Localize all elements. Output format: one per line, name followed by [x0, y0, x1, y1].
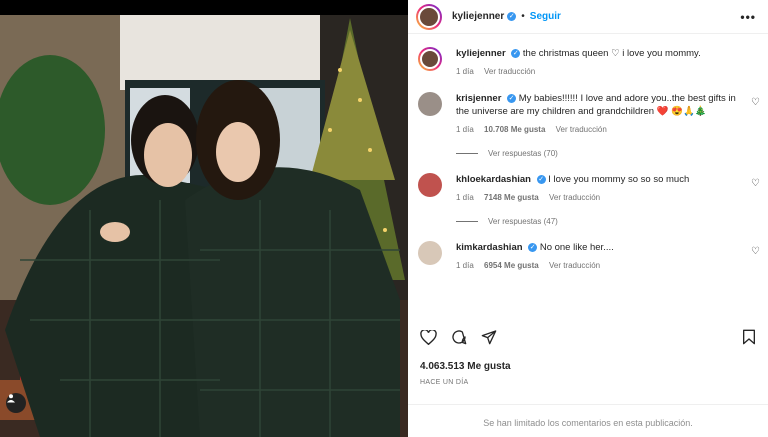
- heart-icon[interactable]: [420, 328, 437, 349]
- comment-avatar[interactable]: [418, 241, 442, 265]
- likes-count[interactable]: 4.063.513 Me gusta: [420, 361, 511, 372]
- verified-badge-icon: ✓: [507, 93, 517, 103]
- verified-badge-icon: ✓: [536, 174, 546, 184]
- comment-translate-button[interactable]: Ver traducción: [556, 125, 607, 134]
- caption: kyliejenner ✓ the christmas queen ♡ i lo…: [408, 47, 768, 78]
- view-replies-label[interactable]: Ver respuestas (70): [488, 149, 558, 158]
- replies-line: [456, 153, 478, 154]
- comments-limited-notice: Se han limitado los comentarios en esta …: [408, 404, 768, 437]
- follow-button[interactable]: Seguir: [530, 11, 561, 22]
- comment-item: khloekardashian ✓ I love you mommy so so…: [408, 173, 768, 204]
- comment-item: krisjenner ✓ My babies!!!!!! I love and …: [408, 92, 768, 136]
- caption-time[interactable]: 1 día: [456, 67, 474, 76]
- post-photo-illustration: [0, 0, 408, 437]
- comment-time[interactable]: 1 día: [456, 261, 474, 270]
- post-side-panel: kyliejenner ✓ • Seguir ••• kyliejenner ✓…: [408, 0, 768, 437]
- comment-translate-button[interactable]: Ver traducción: [549, 261, 600, 270]
- bookmark-icon[interactable]: [742, 329, 756, 349]
- comment-time[interactable]: 1 día: [456, 125, 474, 134]
- caption-text: the christmas queen ♡ i love you mommy.: [522, 48, 701, 59]
- caption-username[interactable]: kyliejenner: [456, 48, 506, 59]
- comment-meta: 1 día 7148 Me gusta Ver traducción: [456, 191, 738, 204]
- comment-username[interactable]: kimkardashian: [456, 242, 523, 253]
- author-username[interactable]: kyliejenner: [452, 11, 504, 22]
- comment-avatar[interactable]: [418, 92, 442, 116]
- post-header: kyliejenner ✓ • Seguir •••: [408, 0, 768, 34]
- comment-likes[interactable]: 7148 Me gusta: [484, 193, 539, 202]
- posted-time[interactable]: HACE UN DÍA: [420, 379, 468, 386]
- caption-translate-button[interactable]: Ver traducción: [484, 67, 535, 76]
- comment-icon[interactable]: [451, 329, 467, 349]
- comment-time[interactable]: 1 día: [456, 193, 474, 202]
- user-icon: [7, 394, 15, 403]
- comment-username[interactable]: khloekardashian: [456, 174, 531, 185]
- comment-username[interactable]: krisjenner: [456, 93, 501, 104]
- verified-badge-icon: ✓: [528, 242, 538, 252]
- comment-text: I love you mommy so so so much: [548, 174, 690, 185]
- action-bar: [420, 328, 756, 349]
- comment-translate-button[interactable]: Ver traducción: [549, 193, 600, 202]
- post-modal: kyliejenner ✓ • Seguir ••• kyliejenner ✓…: [0, 0, 768, 437]
- view-replies-button[interactable]: Ver respuestas (47): [408, 217, 768, 226]
- view-replies-button[interactable]: Ver respuestas (70): [408, 149, 768, 158]
- comment-text: No one like her....: [539, 242, 614, 253]
- author-avatar[interactable]: [416, 3, 442, 30]
- verified-badge-icon: ✓: [507, 12, 517, 21]
- comment-like-heart-icon[interactable]: ♡: [751, 245, 760, 258]
- tagged-user-button[interactable]: [6, 393, 26, 413]
- comment-like-heart-icon[interactable]: ♡: [751, 96, 760, 109]
- replies-line: [456, 221, 478, 222]
- comments-list: kyliejenner ✓ the christmas queen ♡ i lo…: [408, 35, 768, 325]
- view-replies-label[interactable]: Ver respuestas (47): [488, 217, 558, 226]
- more-options-icon[interactable]: •••: [740, 10, 756, 24]
- separator-dot: •: [521, 11, 525, 22]
- comment-item: kimkardashian ✓ No one like her.... 1 dí…: [408, 241, 768, 272]
- comment-likes[interactable]: 10.708 Me gusta: [484, 125, 545, 134]
- caption-meta: 1 día Ver traducción: [456, 65, 738, 78]
- share-icon[interactable]: [481, 329, 497, 349]
- post-photo: [0, 0, 408, 437]
- comment-meta: 1 día 10.708 Me gusta Ver traducción: [456, 123, 738, 136]
- verified-badge-icon: ✓: [511, 48, 521, 58]
- comment-meta: 1 día 6954 Me gusta Ver traducción: [456, 259, 738, 272]
- comment-like-heart-icon[interactable]: ♡: [751, 177, 760, 190]
- comment-likes[interactable]: 6954 Me gusta: [484, 261, 539, 270]
- comment-avatar[interactable]: [418, 173, 442, 197]
- caption-avatar[interactable]: [418, 47, 442, 71]
